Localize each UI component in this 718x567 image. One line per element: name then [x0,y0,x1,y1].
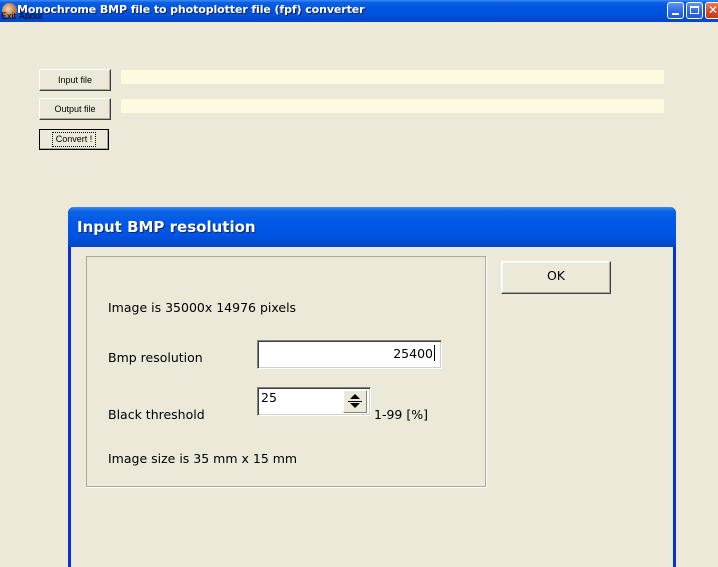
bmp-resolution-value: 25400 [393,346,433,361]
spin-down-icon[interactable] [350,403,360,408]
menu-bar: Exit About [0,11,718,29]
bmp-resolution-input[interactable]: 25400 [257,340,442,369]
input-file-button[interactable]: Input file [39,69,111,91]
menu-about[interactable]: About [19,11,43,21]
output-file-button[interactable]: Output file [39,98,111,120]
text-caret [434,345,435,361]
image-size-text: Image size is 35 mm x 15 mm [108,451,298,466]
black-threshold-value: 25 [261,390,277,405]
black-threshold-label: Black threshold [108,407,205,422]
input-file-path[interactable] [121,70,664,84]
ok-button[interactable]: OK [501,261,611,294]
dialog-title: Input BMP resolution [77,218,256,236]
output-file-path[interactable] [121,99,664,113]
image-pixels-text: Image is 35000x 14976 pixels [108,300,297,315]
menu-exit[interactable]: Exit [1,11,16,21]
bmp-resolution-label: Bmp resolution [108,350,203,365]
threshold-range-text: 1-99 [%] [374,407,428,422]
spin-divider [348,401,362,402]
threshold-spinner[interactable] [343,390,367,413]
resolution-dialog: Input BMP resolution Image is 35000x 149… [68,207,676,567]
settings-group: Image is 35000x 14976 pixels Bmp resolut… [86,256,486,487]
output-file-label: Output file [54,104,96,114]
dialog-title-bar[interactable]: Input BMP resolution [68,207,676,247]
convert-button[interactable]: Convert ! [39,129,109,150]
spin-up-icon[interactable] [350,394,360,399]
convert-label: Convert ! [51,132,97,147]
